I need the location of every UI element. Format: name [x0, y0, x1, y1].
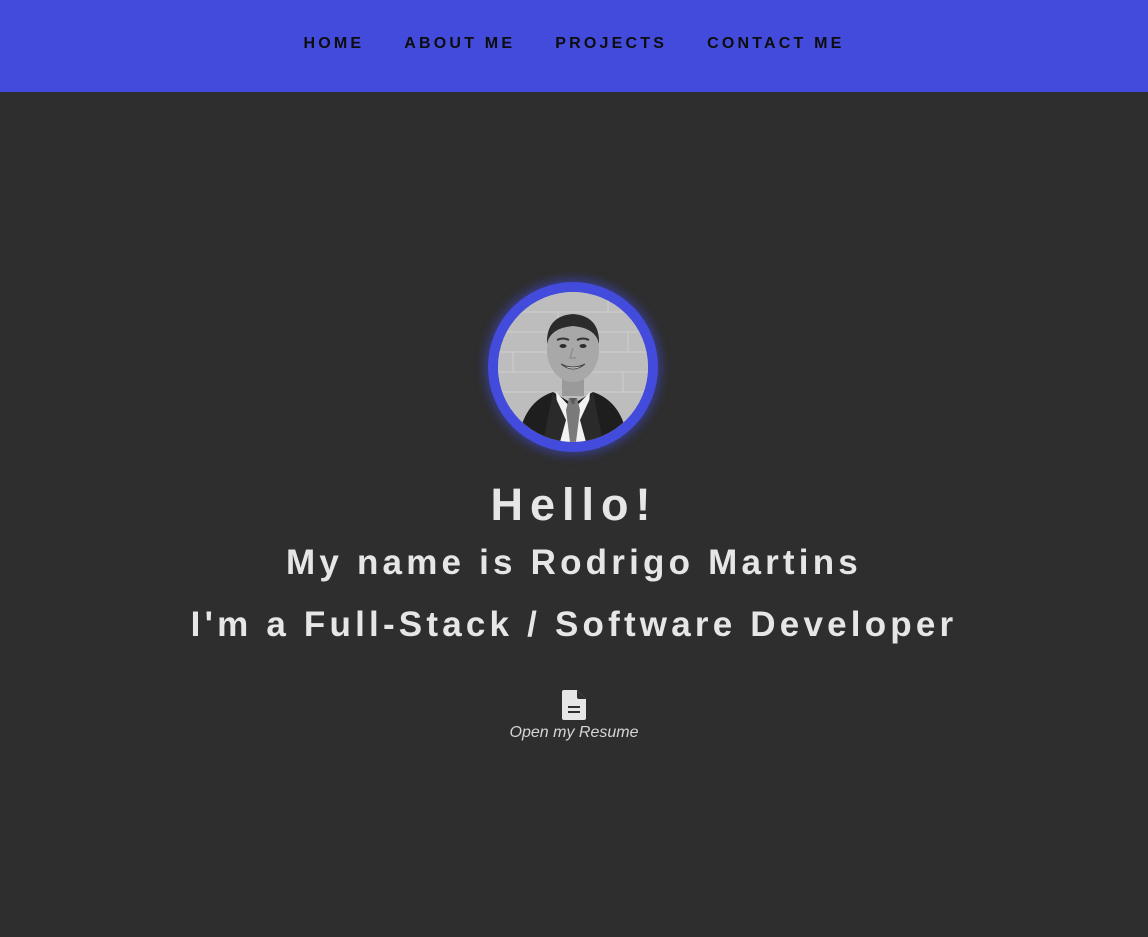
nav-about-link[interactable]: ABOUT ME: [404, 35, 515, 53]
name-heading: My name is Rodrigo Martins: [286, 543, 862, 582]
role-heading: I'm a Full-Stack / Software Developer: [190, 605, 958, 644]
open-resume-link[interactable]: Open my Resume: [494, 690, 654, 742]
nav-projects-link[interactable]: PROJECTS: [555, 35, 667, 53]
greeting-heading: Hello!: [490, 479, 658, 530]
avatar-ring: [488, 282, 658, 452]
nav-contact-link[interactable]: CONTACT ME: [707, 35, 844, 53]
top-navbar: HOME ABOUT ME PROJECTS CONTACT ME: [0, 0, 1148, 92]
nav-home-link[interactable]: HOME: [303, 35, 364, 53]
hero-section: Hello! My name is Rodrigo Martins I'm a …: [0, 92, 1148, 937]
profile-photo: [498, 292, 648, 442]
document-icon: [562, 690, 586, 720]
avatar: [498, 292, 648, 442]
main-nav: HOME ABOUT ME PROJECTS CONTACT ME: [283, 35, 864, 53]
resume-label: Open my Resume: [509, 724, 639, 741]
